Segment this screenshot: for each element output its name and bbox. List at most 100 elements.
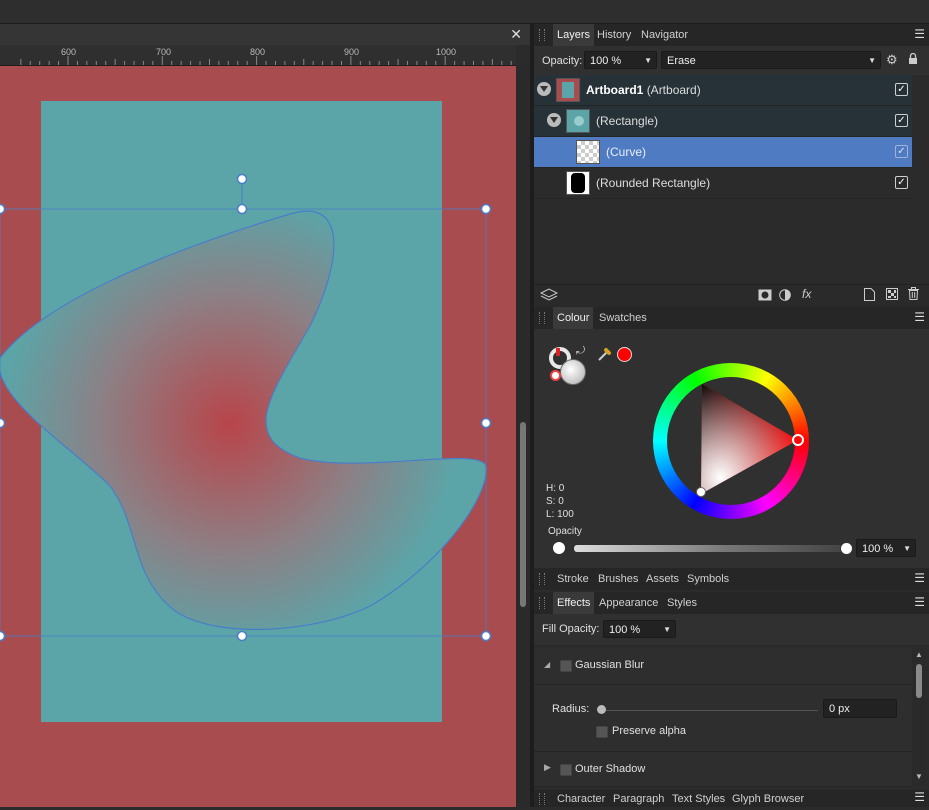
tab-stroke[interactable]: Stroke [553,568,593,590]
effects-scroll-thumb[interactable] [916,664,922,698]
gaussian-blur-label: Gaussian Blur [575,659,645,671]
panel-menu-icon[interactable]: ☰ [914,310,925,324]
layer-visibility-checkbox[interactable]: ✓ [895,114,908,127]
handle-bottom-right[interactable] [480,630,492,642]
tab-colour[interactable]: Colour [553,307,594,329]
panel-menu-icon[interactable]: ☰ [914,595,925,609]
panel-grip-icon[interactable] [539,29,545,41]
colour-triangle-marker[interactable] [696,487,706,497]
radius-slider-thumb[interactable] [597,705,606,714]
stroke-panel-tabbar: Stroke Brushes Assets Symbols ☰ [534,568,929,590]
trash-icon[interactable] [908,287,919,303]
gear-icon[interactable]: ⚙ [886,52,898,68]
tab-appearance[interactable]: Appearance [595,592,662,614]
colour-panel-tabbar: Colour Swatches ☰ [534,307,929,329]
lock-icon[interactable] [908,52,918,68]
preserve-alpha-checkbox[interactable] [596,726,608,738]
handle-top-middle[interactable] [236,203,248,215]
scroll-up-icon[interactable]: ▲ [915,650,923,659]
layer-row-rounded-rectangle[interactable]: (Rounded Rectangle) ✓ [534,168,912,199]
hue-value: H: 0 [546,483,565,494]
add-pixel-layer-icon[interactable] [886,288,898,303]
layer-opacity-value: 100 % [590,55,622,67]
layer-opacity-dropdown[interactable]: 100 % ▼ [584,51,657,69]
colour-picker-icon[interactable] [597,346,613,365]
fill-opacity-label: Fill Opacity: [542,623,600,635]
tab-history[interactable]: History [593,24,635,46]
panel-menu-icon[interactable]: ☰ [914,571,925,585]
blend-mode-dropdown[interactable]: Erase ▼ [661,51,881,69]
handle-bottom-middle[interactable] [236,630,248,642]
mask-layer-icon[interactable] [758,289,772,304]
tab-assets[interactable]: Assets [642,568,683,590]
curve-thumbnail [576,140,600,164]
expand-triangle-icon[interactable]: ▶ [544,762,551,773]
canvas-drawing[interactable] [0,66,516,807]
layers-footer: fx [534,284,929,307]
add-layer-icon[interactable] [864,288,875,304]
tab-brushes[interactable]: Brushes [594,568,642,590]
close-document-icon[interactable]: ✕ [510,26,522,43]
handle-top-left[interactable] [0,203,6,215]
radius-value: 0 px [829,703,850,715]
layer-visibility-checkbox[interactable]: ✓ [895,176,908,189]
tab-swatches[interactable]: Swatches [595,307,651,329]
collapse-triangle-icon[interactable]: ◢ [544,660,550,669]
tab-styles[interactable]: Styles [663,592,701,614]
adjustment-layer-icon[interactable] [779,289,791,304]
layer-row-curve[interactable]: (Curve) ✓ [534,137,912,168]
ruler-label-1000: 1000 [436,47,457,57]
colour-opacity-dropdown[interactable]: 100 % ▼ [856,539,916,557]
horizontal-ruler: 600 700 800 900 1000 [0,45,516,66]
tab-symbols[interactable]: Symbols [683,568,733,590]
gaussian-blur-header[interactable]: ◢ Gaussian Blur [534,648,912,685]
outer-shadow-header[interactable]: ▶ Outer Shadow [534,752,912,787]
expand-icon[interactable] [537,82,551,96]
outer-shadow-checkbox[interactable] [560,764,572,776]
gaussian-blur-settings: Radius: 0 px Preserve alpha [534,685,912,752]
panel-grip-icon[interactable] [539,573,545,585]
document-tab-bar: ✕ [0,24,530,45]
layer-visibility-checkbox[interactable]: ✓ [895,83,908,96]
colour-wheel[interactable] [653,363,809,519]
rotation-handle[interactable] [236,173,248,185]
gaussian-blur-checkbox[interactable] [560,660,572,672]
radius-slider-track[interactable] [598,710,818,711]
picked-colour-swatch[interactable] [617,347,632,362]
colour-opacity-label: Opacity [548,526,582,537]
preserve-alpha-label: Preserve alpha [612,725,686,737]
canvas-scroll-thumb[interactable] [520,422,526,607]
stroke-colour-indicator [556,348,560,356]
handle-top-right[interactable] [480,203,492,215]
tab-effects[interactable]: Effects [553,592,595,614]
opacity-slider-thumb[interactable] [840,542,853,555]
handle-bottom-left[interactable] [0,630,6,642]
fill-colour-well[interactable] [560,359,586,385]
swap-colours-icon[interactable]: ⤾ [576,345,585,358]
panel-menu-icon[interactable]: ☰ [914,790,925,804]
handle-middle-left[interactable] [0,417,6,429]
layers-toolbar: Opacity: 100 % ▼ Erase ▼ ⚙ [534,46,929,75]
document-canvas[interactable] [0,66,516,807]
ruler-label-600: 600 [61,47,77,57]
app-top-bar [0,0,929,24]
tab-layers[interactable]: Layers [553,24,595,46]
no-colour-icon[interactable] [550,370,561,381]
opacity-slider-track[interactable] [574,545,848,552]
layer-name-rectangle: (Rectangle) [596,114,659,128]
layer-row-artboard1[interactable]: Artboard1 (Artboard) ✓ [534,75,912,106]
panel-grip-icon[interactable] [539,597,545,609]
handle-middle-right[interactable] [480,417,492,429]
layer-effects-fx-icon[interactable]: fx [802,287,811,301]
panel-menu-icon[interactable]: ☰ [914,27,925,41]
layers-stack-icon[interactable] [539,288,559,305]
chevron-down-icon: ▼ [644,56,652,65]
expand-icon[interactable] [547,113,561,127]
layer-visibility-checkbox[interactable]: ✓ [895,145,908,158]
layer-row-rectangle[interactable]: (Rectangle) ✓ [534,106,912,137]
panel-grip-icon[interactable] [539,793,545,805]
panel-grip-icon[interactable] [539,312,545,324]
fill-opacity-dropdown[interactable]: 100 % ▼ [603,620,676,638]
scroll-down-icon[interactable]: ▼ [915,772,923,781]
tab-navigator[interactable]: Navigator [637,24,692,46]
